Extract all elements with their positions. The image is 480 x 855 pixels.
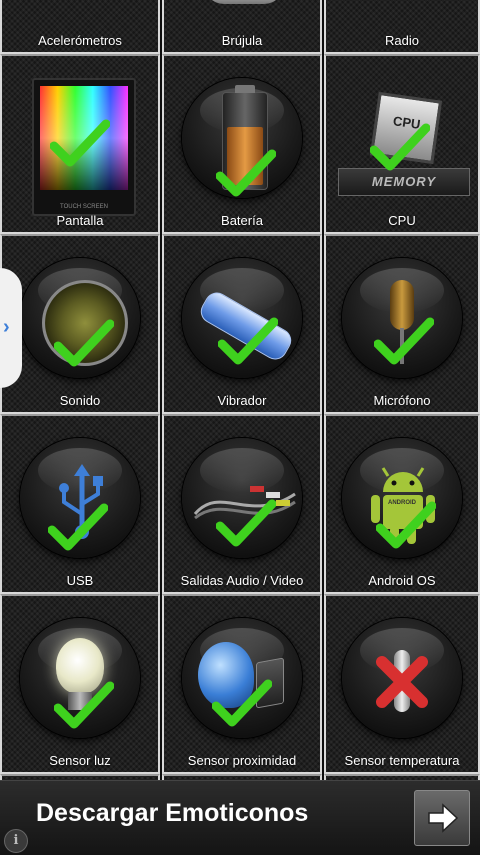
check-icon <box>216 149 276 197</box>
memory-module-icon: MEMORY <box>338 168 470 196</box>
tile-pantalla[interactable]: TOUCH SCREEN Pantalla <box>0 54 160 234</box>
tile-label: Vibrador <box>217 393 267 408</box>
check-icon <box>50 119 110 167</box>
check-icon <box>212 679 272 727</box>
check-icon <box>48 503 108 551</box>
tile-label: Pantalla <box>56 213 104 228</box>
feature-grid: Acelerómetros Brújula Radio TOUCH SCREEN… <box>0 0 480 794</box>
tile-label: Radio <box>385 33 419 48</box>
compass-icon <box>204 0 284 4</box>
tile-label: Brújula <box>221 33 263 48</box>
check-icon <box>54 681 114 729</box>
ad-arrow-button[interactable] <box>414 790 470 846</box>
tile-label: Batería <box>221 213 263 228</box>
check-icon <box>218 317 278 365</box>
check-icon <box>374 317 434 365</box>
tile-label: Sensor proximidad <box>187 753 297 768</box>
check-icon <box>216 499 276 547</box>
tile-sensor-proximidad[interactable]: Sensor proximidad <box>162 594 322 774</box>
tile-android[interactable]: ANDROID Android OS <box>324 414 480 594</box>
tile-sensor-luz[interactable]: Sensor luz <box>0 594 160 774</box>
info-icon[interactable]: i <box>4 829 28 853</box>
memory-text: MEMORY <box>371 174 437 189</box>
check-icon <box>376 501 436 549</box>
check-icon <box>54 319 114 367</box>
tile-label: Sonido <box>59 393 101 408</box>
tile-sensor-temperatura[interactable]: Sensor temperatura <box>324 594 480 774</box>
tile-cpu[interactable]: CPU MEMORY CPU <box>324 54 480 234</box>
tile-label: CPU <box>388 213 416 228</box>
side-drawer-handle[interactable]: › <box>0 268 22 388</box>
tile-microfono[interactable]: Micrófono <box>324 234 480 414</box>
tile-label: Micrófono <box>373 393 431 408</box>
arrow-right-icon <box>428 803 459 833</box>
tile-label: Salidas Audio / Video <box>180 573 304 588</box>
ad-banner[interactable]: Descargar Emoticonos i <box>0 780 480 855</box>
tile-label: Sensor luz <box>49 753 111 768</box>
tile-bateria[interactable]: Batería <box>162 54 322 234</box>
check-icon <box>370 123 430 171</box>
ad-text: Descargar Emoticonos <box>36 799 309 827</box>
tile-radio[interactable]: Radio <box>324 0 480 54</box>
tile-acelerometros[interactable]: Acelerómetros <box>0 0 160 54</box>
tile-sonido[interactable]: Sonido <box>0 234 160 414</box>
tile-brujula[interactable]: Brújula <box>162 0 322 54</box>
tile-vibrador[interactable]: Vibrador <box>162 234 322 414</box>
tile-label: USB <box>66 573 94 588</box>
tile-usb[interactable]: USB <box>0 414 160 594</box>
cross-icon <box>376 656 428 708</box>
tile-label: Sensor temperatura <box>344 753 460 768</box>
tile-label: Acelerómetros <box>38 33 122 48</box>
tile-label: Android OS <box>368 573 436 588</box>
screen-caption: TOUCH SCREEN <box>60 204 108 210</box>
tile-salidas[interactable]: Salidas Audio / Video <box>162 414 322 594</box>
chevron-right-icon: › <box>3 316 10 338</box>
